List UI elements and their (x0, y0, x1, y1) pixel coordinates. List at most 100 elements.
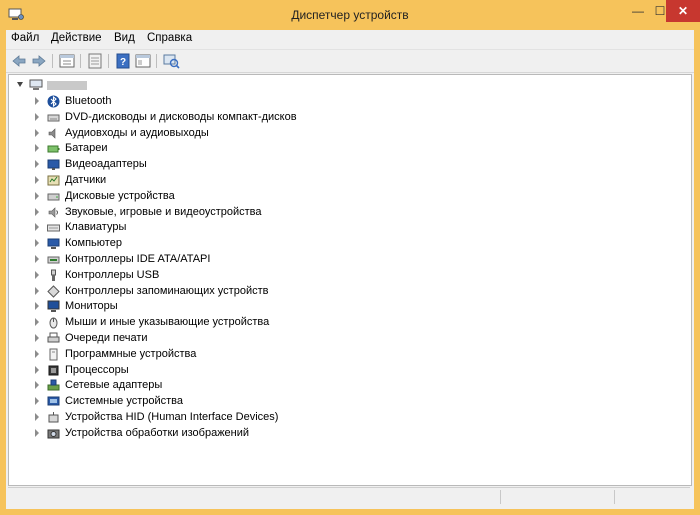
tree-item-label: Очереди печати (65, 332, 148, 344)
expand-arrow-icon[interactable] (35, 176, 39, 184)
processor-icon (48, 365, 59, 376)
tree-item-label: Контроллеры USB (65, 268, 160, 281)
tree-item-category[interactable]: Батареи (9, 141, 689, 157)
sound-icon (48, 206, 58, 218)
tree-item-label: Батареи (65, 142, 108, 155)
properties-icon[interactable] (58, 52, 76, 70)
status-pane (500, 490, 615, 504)
expand-arrow-icon[interactable] (35, 207, 39, 216)
tree-root[interactable] (9, 78, 689, 94)
dvd-drive-icon (47, 114, 60, 122)
title-bar[interactable]: Диспетчер устройств — ☐ ✕ (0, 0, 700, 30)
tree-item-category[interactable]: Очереди печати (9, 331, 689, 347)
expand-arrow-icon[interactable] (35, 270, 39, 279)
expand-arrow-icon[interactable] (35, 428, 39, 437)
client-area: Файл Действие Вид Справка ? Bluetooth DV… (6, 30, 694, 509)
tree-item-category[interactable]: Аудиовходы и аудиовыходы (9, 126, 689, 142)
expand-arrow-icon[interactable] (35, 334, 39, 342)
tree-item-category[interactable]: Дисковые устройства (9, 189, 689, 205)
computer-icon (47, 238, 60, 250)
display-adapter-icon (47, 159, 60, 171)
tree-item-category[interactable]: Звуковые, игровые и видеоустройства (9, 205, 689, 221)
tree-item-category[interactable]: Видеоадаптеры (9, 157, 689, 173)
tree-item-category[interactable]: Устройства HID (Human Interface Devices) (9, 410, 689, 426)
expand-arrow-icon[interactable] (35, 381, 39, 390)
tree-item-category[interactable]: DVD-дисководы и дисководы компакт-дисков (9, 110, 689, 126)
expand-arrow-icon[interactable] (35, 397, 39, 406)
device-tree[interactable]: Bluetooth DVD-дисководы и дисководы компа… (8, 74, 692, 486)
tree-item-label: Датчики (65, 174, 107, 186)
tree-item-category[interactable]: Устройства обработки изображений (9, 426, 689, 442)
toolbar-separator (52, 54, 53, 68)
tree-item-category[interactable]: Мониторы (9, 299, 689, 315)
computer-icon (29, 79, 43, 90)
tree-item-label: Устройства HID (Human Interface Devices) (65, 411, 279, 423)
expand-arrow-icon[interactable] (35, 223, 39, 232)
tree-item-label: Контроллеры запоминающих устройств (65, 284, 269, 297)
printer-icon (47, 332, 60, 343)
scan-hardware-icon[interactable] (162, 52, 180, 70)
expand-arrow-icon[interactable] (35, 97, 39, 105)
collapse-arrow-icon[interactable] (17, 82, 23, 87)
tree-item-label: Дисковые устройства (65, 189, 175, 202)
software-device-icon (49, 348, 58, 361)
menu-help[interactable]: Справка (147, 32, 192, 44)
back-icon[interactable] (10, 52, 28, 70)
expand-arrow-icon[interactable] (35, 349, 39, 358)
expand-arrow-icon[interactable] (35, 144, 39, 153)
view-icon[interactable] (134, 52, 152, 70)
tree-item-category[interactable]: Контроллеры IDE ATA/ATAPI (9, 252, 689, 268)
expand-arrow-icon[interactable] (35, 239, 39, 248)
forward-icon[interactable] (30, 52, 48, 70)
device-manager-window: Диспетчер устройств — ☐ ✕ Файл Действие … (0, 0, 700, 515)
tree-item-label: Компьютер (65, 237, 122, 250)
tree-item-label: Сетевые адаптеры (65, 379, 163, 392)
tree-item-label: DVD-дисководы и дисководы компакт-дисков (65, 110, 297, 123)
tree-item-category[interactable]: Мыши и иные указывающие устройства (9, 315, 689, 331)
expand-arrow-icon[interactable] (35, 255, 39, 263)
menu-view[interactable]: Вид (114, 32, 135, 44)
toolbar-separator (156, 54, 157, 68)
tree-item-category[interactable]: Компьютер (9, 236, 689, 252)
expand-arrow-icon[interactable] (35, 128, 39, 137)
window-title: Диспетчер устройств (291, 8, 409, 22)
expand-arrow-icon[interactable] (35, 191, 39, 200)
expand-arrow-icon[interactable] (35, 413, 39, 421)
tree-item-category[interactable]: Программные устройства (9, 347, 689, 363)
tree-item-label: Устройства обработки изображений (65, 426, 250, 439)
tree-item-label: Аудиовходы и аудиовыходы (65, 126, 209, 139)
tree-item-category[interactable]: Bluetooth (9, 94, 689, 110)
status-pane (614, 490, 689, 504)
expand-arrow-icon[interactable] (35, 318, 39, 327)
tree-item-category[interactable]: Контроллеры запоминающих устройств (9, 284, 689, 300)
tree-item-category[interactable]: Клавиатуры (9, 220, 689, 236)
tree-item-label: Программные устройства (65, 347, 197, 360)
tree-item-label: Системные устройства (65, 395, 184, 408)
show-hidden-icon[interactable] (86, 52, 104, 70)
tree-item-category[interactable]: Системные устройства (9, 394, 689, 410)
help-icon[interactable]: ? (114, 52, 132, 70)
expand-arrow-icon[interactable] (35, 160, 39, 169)
menu-action[interactable]: Действие (51, 32, 102, 44)
expand-arrow-icon[interactable] (35, 112, 39, 121)
ide-controller-icon (47, 256, 60, 264)
computer-name-blurred (47, 81, 87, 90)
expand-arrow-icon[interactable] (35, 302, 39, 311)
menu-file[interactable]: Файл (11, 32, 39, 44)
toolbar: ? (6, 49, 694, 73)
svg-text:?: ? (120, 57, 126, 68)
tree-item-category[interactable]: Сетевые адаптеры (9, 378, 689, 394)
tree-item-category[interactable]: Датчики (9, 173, 689, 189)
tree-item-label: Звуковые, игровые и видеоустройства (65, 205, 262, 218)
close-button[interactable]: ✕ (666, 0, 700, 22)
tree-item-category[interactable]: Контроллеры USB (9, 268, 689, 284)
expand-arrow-icon[interactable] (35, 365, 39, 374)
keyboard-icon (47, 224, 60, 232)
sensor-icon (47, 175, 60, 186)
usb-icon (51, 269, 56, 281)
tree-item-category[interactable]: Процессоры (9, 363, 689, 379)
bluetooth-icon (47, 95, 60, 108)
expand-arrow-icon[interactable] (35, 286, 39, 295)
toolbar-separator (108, 54, 109, 68)
tree-item-label: Мониторы (65, 300, 118, 313)
